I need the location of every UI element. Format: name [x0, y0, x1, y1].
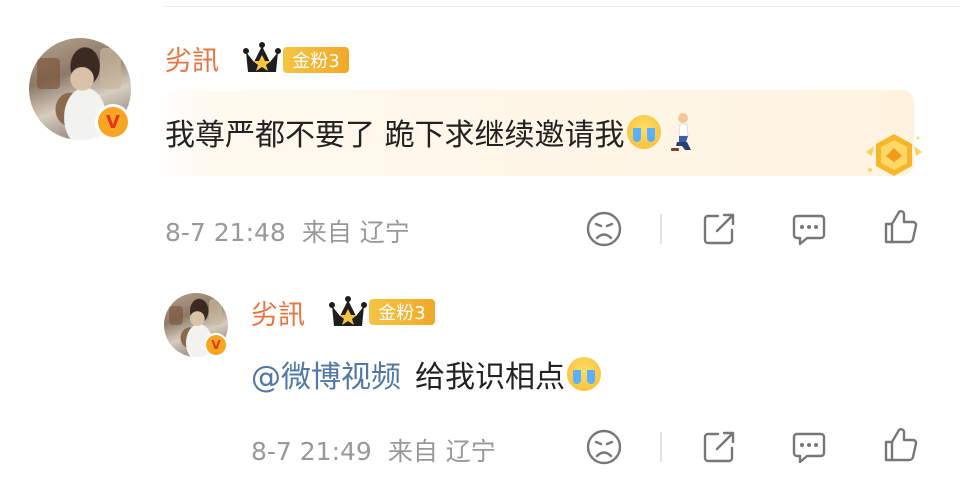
crown-icon — [243, 42, 281, 72]
username[interactable]: 劣訊 — [165, 39, 219, 78]
location: 来自 辽宁 — [301, 218, 410, 247]
top-divider — [165, 6, 960, 7]
crown-icon — [329, 296, 367, 326]
comment-body: 给我识相点 — [415, 360, 565, 395]
sad-face-icon[interactable] — [585, 428, 623, 466]
like-icon[interactable] — [882, 208, 920, 246]
username[interactable]: 劣訊 — [251, 293, 305, 332]
mention-link[interactable]: @微博视频 — [251, 352, 401, 396]
fan-badge[interactable]: 金粉3 — [283, 47, 349, 73]
fan-badge[interactable]: 金粉3 — [369, 299, 435, 325]
timestamp: 8-7 21:49 — [251, 437, 372, 466]
honor-badge-icon — [866, 134, 922, 176]
comment-text: 我尊严都不要了 跪下求继续邀请我 — [165, 110, 697, 154]
location: 来自 辽宁 — [387, 437, 496, 466]
sad-face-icon[interactable] — [585, 210, 623, 248]
timestamp: 8-7 21:48 — [165, 218, 286, 247]
loudly-crying-emoji-icon — [626, 115, 661, 149]
comment-text: @微博视频 给我识相点 — [251, 352, 601, 396]
loudly-crying-emoji-icon — [567, 357, 601, 391]
comment-meta: 8-7 21:48 来自 辽宁 — [165, 213, 410, 249]
comment-meta: 8-7 21:49 来自 辽宁 — [251, 432, 496, 468]
comment-icon[interactable] — [790, 428, 828, 466]
verified-v-icon: V — [204, 333, 228, 357]
action-divider — [660, 432, 662, 462]
action-divider — [660, 214, 662, 244]
share-icon[interactable] — [700, 210, 738, 248]
share-icon[interactable] — [700, 428, 738, 466]
kneeling-person-emoji-icon — [670, 113, 691, 151]
comment-icon[interactable] — [790, 210, 828, 248]
like-icon[interactable] — [882, 426, 920, 464]
verified-v-icon: V — [95, 104, 131, 140]
comment-body: 我尊严都不要了 跪下求继续邀请我 — [165, 118, 625, 153]
